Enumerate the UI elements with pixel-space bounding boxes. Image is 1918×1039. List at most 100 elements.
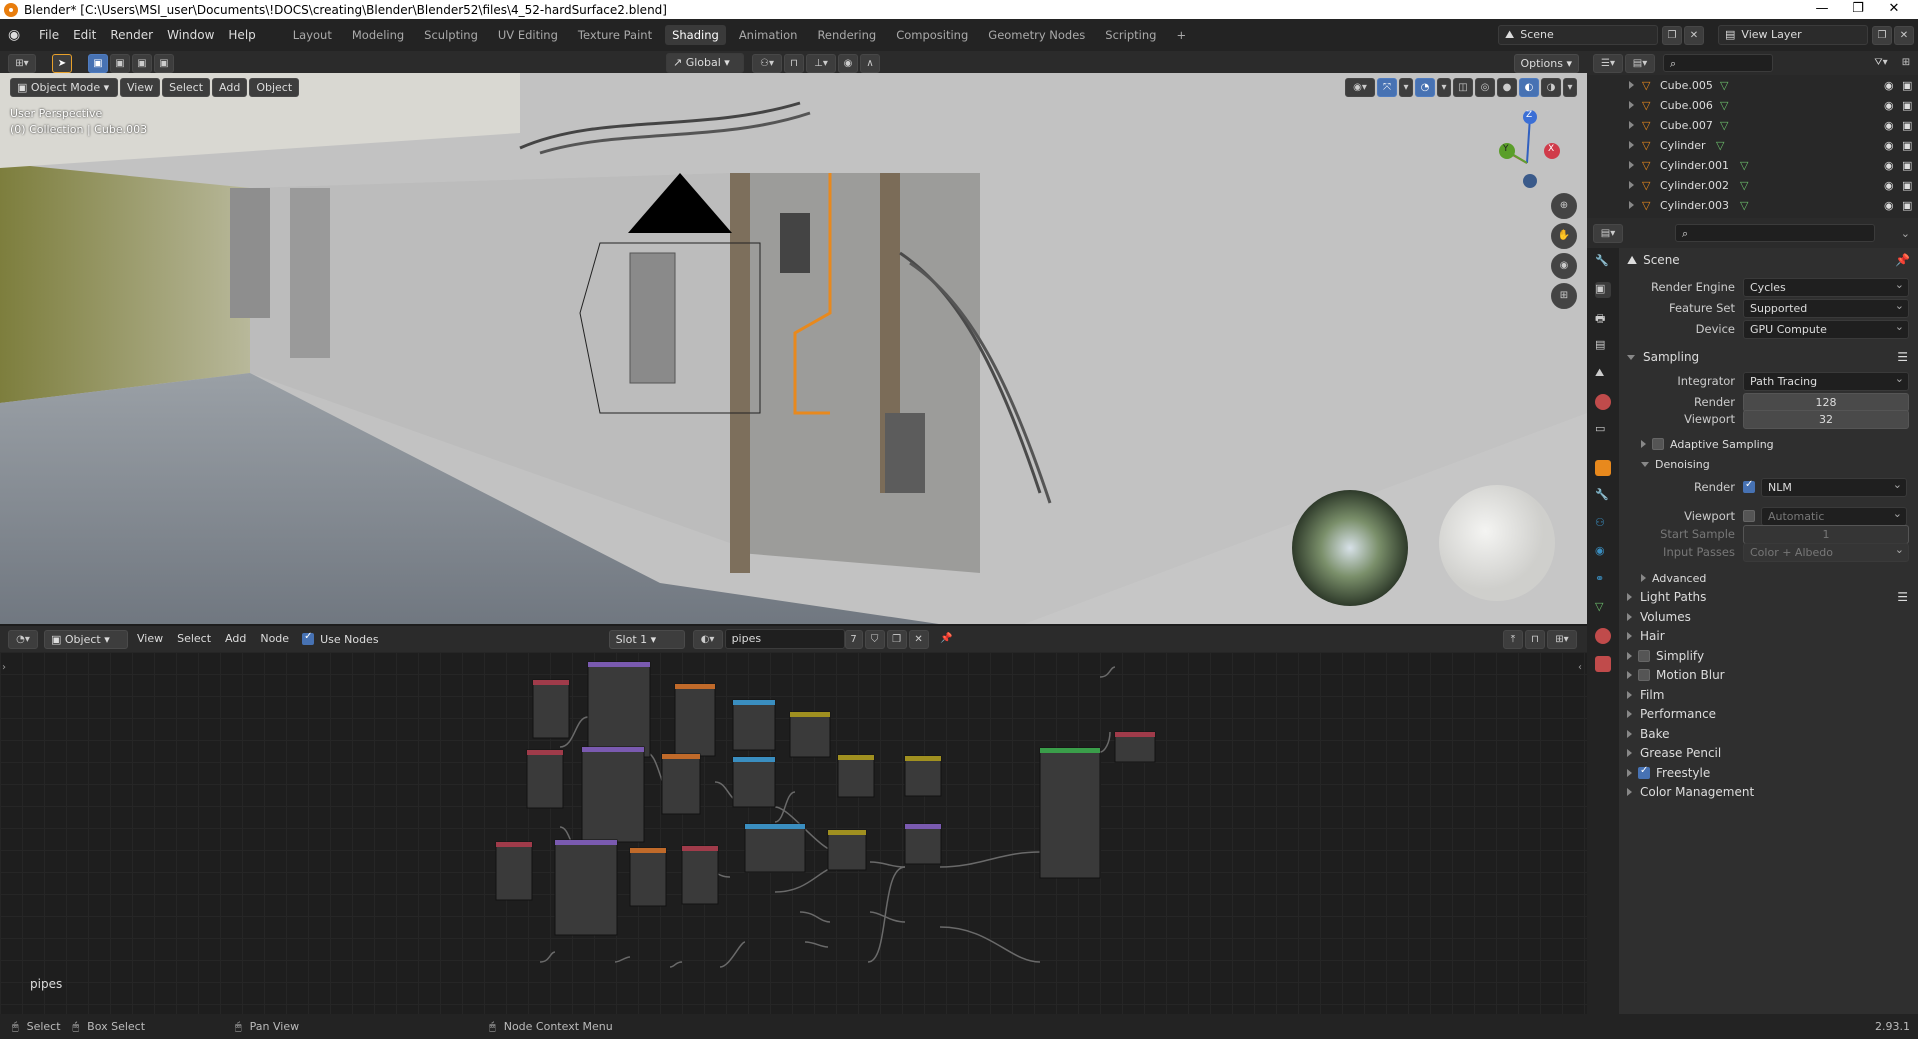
camera-icon[interactable]: ▣ xyxy=(1902,119,1918,132)
overlay-toggle-icon[interactable]: ◔ xyxy=(1415,77,1435,97)
tab-sculpting[interactable]: Sculpting xyxy=(417,25,485,45)
outliner-item[interactable]: ▽ Cylinder.001 ▽ ◉ ▣ xyxy=(1587,155,1918,175)
delete-view-layer-icon[interactable]: ✕ xyxy=(1894,25,1914,45)
pin-icon[interactable]: 📌 xyxy=(937,630,957,649)
options-button[interactable]: Options ▾ xyxy=(1513,53,1579,73)
outliner-item[interactable]: ▽ Cylinder.003 ▽ ◉ ▣ xyxy=(1587,195,1918,215)
tab-layout[interactable]: Layout xyxy=(286,25,339,45)
object-tab-icon[interactable] xyxy=(1595,460,1611,476)
eye-icon[interactable]: ◉ xyxy=(1884,159,1902,172)
blender-menu-icon[interactable]: ◉ xyxy=(8,27,32,43)
outliner-filter-icon[interactable]: ⛛▾ xyxy=(1868,54,1894,73)
xray-icon[interactable]: ◫ xyxy=(1453,77,1473,97)
pivot-point-icon[interactable]: ⚇▾ xyxy=(752,53,782,73)
expand-icon[interactable] xyxy=(1629,181,1634,189)
device-dropdown[interactable]: GPU Compute xyxy=(1743,318,1909,339)
scene-selector[interactable]: ⛰ Scene xyxy=(1498,25,1658,45)
pin-context-icon[interactable]: 📌 xyxy=(1895,253,1910,267)
gizmo-dropdown-icon[interactable]: ▾ xyxy=(1399,77,1413,97)
presets-list-icon[interactable]: ☰ xyxy=(1897,350,1908,364)
snap-icon[interactable]: ⊓ xyxy=(784,53,804,73)
new-view-layer-icon[interactable]: ❐ xyxy=(1872,25,1892,45)
render-tab-icon[interactable]: ▣ xyxy=(1595,282,1611,298)
render-engine-dropdown[interactable]: Cycles xyxy=(1743,276,1909,297)
outliner-type-icon[interactable]: ☰▾ xyxy=(1593,53,1623,73)
menu-edit[interactable]: Edit xyxy=(66,24,103,46)
material-browse-icon[interactable]: ◐▾ xyxy=(692,629,723,649)
properties-options-icon[interactable]: ⌄ xyxy=(1901,227,1910,240)
outliner-item[interactable]: ▽ Cube.005 ▽ ◉ ▣ xyxy=(1587,75,1918,95)
texture-tab-icon[interactable] xyxy=(1595,656,1611,672)
delete-scene-icon[interactable]: ✕ xyxy=(1684,25,1704,45)
close-button[interactable]: ✕ xyxy=(1876,0,1912,19)
unlink-material-icon[interactable]: ✕ xyxy=(908,629,929,649)
slot-dropdown[interactable]: Slot 1 ▾ xyxy=(608,629,685,649)
outliner-item[interactable]: ▽ Cylinder.002 ▽ ◉ ▣ xyxy=(1587,175,1918,195)
add-workspace-button[interactable]: + xyxy=(1169,25,1193,45)
node-menu-view[interactable]: View xyxy=(130,628,170,650)
proportional-edit-icon[interactable]: ◉ xyxy=(838,53,858,73)
expand-icon[interactable] xyxy=(1629,161,1634,169)
shading-material-icon[interactable]: ◐ xyxy=(1519,77,1539,97)
denoising-subpanel[interactable]: Denoising xyxy=(1619,452,1918,476)
expand-icon[interactable] xyxy=(1629,81,1634,89)
overlay-dropdown-icon[interactable]: ▾ xyxy=(1437,77,1451,97)
fake-user-icon[interactable]: ⛉ xyxy=(864,629,885,649)
node-object-dropdown[interactable]: ▣ Object ▾ xyxy=(44,629,128,649)
transform-orientation-dropdown[interactable]: ↗ Global ▾ xyxy=(666,53,744,73)
object-mode-dropdown[interactable]: ▣ Object Mode ▾ xyxy=(10,77,118,97)
constraints-tab-icon[interactable]: ⚭ xyxy=(1595,572,1611,588)
node-menu-select[interactable]: Select xyxy=(170,628,218,650)
node-menu-add[interactable]: Add xyxy=(218,628,253,650)
menu-window[interactable]: Window xyxy=(160,24,221,46)
duplicate-material-icon[interactable]: ❐ xyxy=(886,629,907,649)
camera-icon[interactable]: ▣ xyxy=(1902,99,1918,112)
tab-rendering[interactable]: Rendering xyxy=(810,25,883,45)
expand-icon[interactable] xyxy=(1629,101,1634,109)
world-tab-icon[interactable] xyxy=(1595,394,1611,410)
panel-color-management[interactable]: Color Management xyxy=(1619,780,1918,804)
select-subtract-icon[interactable]: ▣ xyxy=(132,53,152,73)
presets-list-icon[interactable]: ☰ xyxy=(1897,590,1908,604)
camera-view-icon[interactable]: ◉ xyxy=(1551,253,1577,279)
node-menu-node[interactable]: Node xyxy=(253,628,296,650)
properties-search-input[interactable]: ⌕ xyxy=(1675,224,1875,242)
adaptive-sampling-checkbox[interactable] xyxy=(1652,438,1664,450)
data-tab-icon[interactable]: ▽ xyxy=(1595,600,1611,616)
select-extend-icon[interactable]: ▣ xyxy=(110,53,130,73)
menu-file[interactable]: File xyxy=(32,24,66,46)
maximize-button[interactable]: ❐ xyxy=(1840,0,1876,19)
simplify-checkbox[interactable] xyxy=(1638,650,1650,662)
particles-tab-icon[interactable]: ⚇ xyxy=(1595,516,1611,532)
tab-geometry-nodes[interactable]: Geometry Nodes xyxy=(981,25,1092,45)
tab-uv-editing[interactable]: UV Editing xyxy=(491,25,565,45)
shading-rendered-icon[interactable]: ◑ xyxy=(1541,77,1561,97)
camera-icon[interactable]: ▣ xyxy=(1902,139,1918,152)
tab-compositing[interactable]: Compositing xyxy=(889,25,975,45)
outliner-search-input[interactable]: ⌕ xyxy=(1663,54,1773,72)
pan-hand-icon[interactable]: ✋ xyxy=(1551,223,1577,249)
node-snap-mode-icon[interactable]: ⊞▾ xyxy=(1547,629,1577,649)
node-snap-icon[interactable]: ⊓ xyxy=(1525,629,1545,649)
feature-set-dropdown[interactable]: Supported xyxy=(1743,297,1909,318)
new-collection-icon[interactable]: ⊞ xyxy=(1896,54,1916,73)
expand-left-icon[interactable]: › xyxy=(2,662,6,673)
view-layer-tab-icon[interactable]: ▤ xyxy=(1595,338,1611,354)
gizmo-toggle-icon[interactable]: ⤧ xyxy=(1377,77,1397,97)
visibility-icon[interactable]: ◉▾ xyxy=(1345,77,1375,97)
eye-icon[interactable]: ◉ xyxy=(1884,179,1902,192)
eye-icon[interactable]: ◉ xyxy=(1884,99,1902,112)
camera-icon[interactable]: ▣ xyxy=(1902,179,1918,192)
expand-icon[interactable] xyxy=(1629,141,1634,149)
integrator-dropdown[interactable]: Path Tracing xyxy=(1743,370,1909,391)
camera-icon[interactable]: ▣ xyxy=(1902,79,1918,92)
outliner-item[interactable]: ▽ Cylinder ▽ ◉ ▣ xyxy=(1587,135,1918,155)
eye-icon[interactable]: ◉ xyxy=(1884,139,1902,152)
shading-dropdown-icon[interactable]: ▾ xyxy=(1563,77,1577,97)
viewport-menu-view[interactable]: View xyxy=(120,77,161,97)
camera-icon[interactable]: ▣ xyxy=(1902,159,1918,172)
minimize-button[interactable]: — xyxy=(1804,0,1840,19)
viewport-menu-object[interactable]: Object xyxy=(249,77,300,97)
tab-scripting[interactable]: Scripting xyxy=(1098,25,1163,45)
editor-type-icon[interactable]: ⊞▾ xyxy=(8,53,36,73)
